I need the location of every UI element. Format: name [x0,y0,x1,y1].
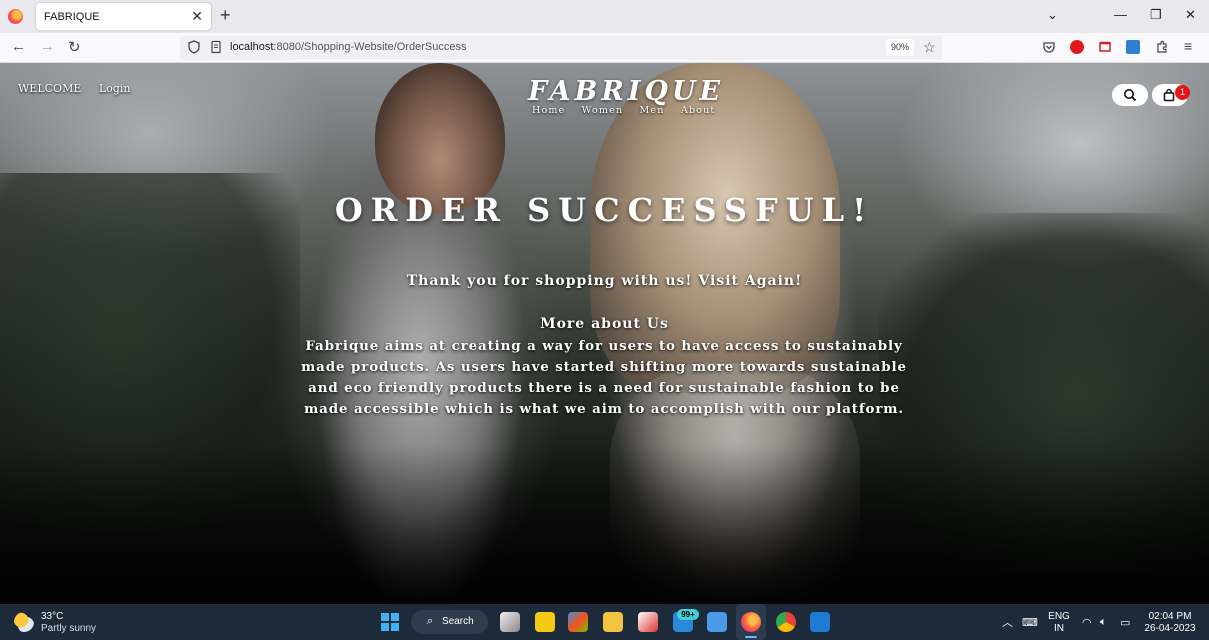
url-host: localhost [230,41,274,53]
microsoft-store-icon[interactable] [568,612,588,632]
close-tab-icon[interactable]: ✕ [191,8,203,25]
firefox-icon[interactable] [8,9,23,24]
menu-item-women[interactable]: Women [582,105,624,116]
chrome-icon[interactable] [776,612,796,632]
sticky-notes-icon[interactable] [535,612,555,632]
browser-tab[interactable]: FABRIQUE ✕ [36,3,211,30]
tab-title: FABRIQUE [44,11,100,23]
search-icon [1124,89,1137,102]
file-explorer-icon[interactable] [603,612,623,632]
new-tab-button[interactable]: + [220,5,231,26]
browser-tab-strip: FABRIQUE ✕ + ⌄ — ❐ ✕ [0,0,1209,33]
back-arrow-icon[interactable]: ← [11,38,26,55]
mail-unread-badge: 99+ [677,609,699,620]
brand-logo[interactable]: FABRIQUE [528,78,720,106]
language-indicator[interactable]: ENG [1047,611,1071,622]
extensions-puzzle-icon[interactable] [1155,40,1169,54]
bottom-shadow-overlay [0,444,1209,604]
firefox-taskbar-icon[interactable] [741,612,761,632]
order-success-page: WELCOME Login FABRIQUE Home Women Men Ab… [0,63,1209,604]
active-app-indicator [745,636,757,638]
windows-start-icon[interactable] [381,613,399,631]
search-icon: ⌕ [427,615,434,627]
restore-icon[interactable]: ❐ [1150,7,1162,23]
top-nav-left: WELCOME Login [18,82,144,95]
login-link[interactable]: Login [99,82,131,95]
keyboard-icon[interactable]: ⌨ [1022,616,1038,629]
windows-taskbar: 33°C Partly sunny ⌕ Search 99+ ︿ ⌨ ENG I… [0,604,1209,640]
weather-partly-sunny-icon[interactable] [14,612,34,632]
browser-navigation-bar: ← → ↻ localhost:8080/Shopping-Website/Or… [0,33,1209,63]
show-hidden-icons-chevron-up-icon[interactable]: ︿ [1002,614,1013,630]
url-text[interactable]: localhost:8080/Shopping-Website/OrderSuc… [230,41,466,53]
task-view-icon[interactable] [500,612,520,632]
clock-time[interactable]: 02:04 PM [1140,611,1200,622]
wifi-icon[interactable]: ◠ [1082,616,1092,629]
reload-icon[interactable]: ↻ [68,38,81,56]
menu-item-home[interactable]: Home [532,105,565,116]
main-menu: Home Women Men About [532,105,727,116]
extension-blue-icon[interactable] [1126,40,1140,54]
forward-arrow-icon[interactable]: → [40,38,55,55]
vscode-icon[interactable] [810,612,830,632]
notepad-icon[interactable] [707,612,727,632]
shopping-bag-icon [1163,88,1175,102]
page-info-icon[interactable] [209,40,223,54]
volume-icon[interactable]: 🔈︎ [1100,616,1107,629]
address-bar[interactable]: localhost:8080/Shopping-Website/OrderSuc… [180,36,942,60]
about-description: Fabrique aims at creating a way for user… [301,338,907,417]
about-title: More about Us [540,316,669,332]
thank-you-message: Thank you for shopping with us! Visit Ag… [406,273,803,289]
welcome-link[interactable]: WELCOME [18,82,81,95]
opera-extension-icon[interactable] [1070,40,1084,54]
menu-hamburger-icon[interactable]: ≡ [1184,38,1192,54]
search-button[interactable] [1112,84,1148,106]
minimize-icon[interactable]: — [1114,7,1127,22]
url-path: :8080/Shopping-Website/OrderSuccess [273,41,467,53]
weather-description[interactable]: Partly sunny [41,623,96,634]
snipping-tool-icon[interactable] [638,612,658,632]
region-indicator[interactable]: IN [1047,623,1071,634]
window-close-icon[interactable]: ✕ [1185,7,1196,23]
cart-count-badge: 1 [1175,85,1190,100]
shield-icon[interactable] [187,40,201,54]
menu-item-men[interactable]: Men [640,105,665,116]
zoom-level-button[interactable]: 90% [886,39,914,56]
extension-red-icon[interactable] [1098,40,1112,54]
battery-icon[interactable]: ▭ [1120,616,1130,629]
menu-item-about[interactable]: About [681,105,716,116]
weather-temperature[interactable]: 33°C [41,611,63,622]
taskbar-search-label: Search [442,616,474,627]
taskbar-search-button[interactable]: ⌕ Search [411,610,488,634]
clock-date[interactable]: 26-04-2023 [1140,623,1200,634]
tab-list-chevron-down-icon[interactable]: ⌄ [1047,7,1058,23]
bookmark-star-icon[interactable]: ☆ [923,39,936,56]
pocket-icon[interactable] [1042,40,1056,54]
order-success-heading: ORDER SUCCESSFUL! [334,191,875,229]
